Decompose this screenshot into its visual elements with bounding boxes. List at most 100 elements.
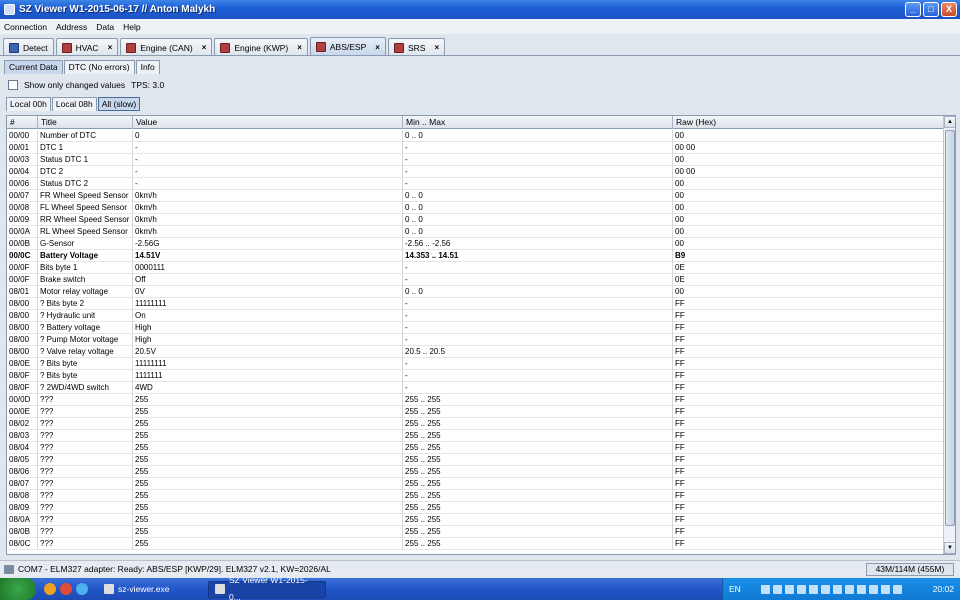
tray-icon[interactable] <box>784 584 794 594</box>
table-row[interactable]: 08/00? Bits byte 2 11111111- FF <box>7 298 943 310</box>
table-cell: 0 .. 0 <box>403 190 673 202</box>
quicklaunch-icon[interactable] <box>60 583 72 595</box>
table-cell: 255 .. 255 <box>403 490 673 502</box>
table-row[interactable]: 08/06??? 255 255 .. 255 FF <box>7 466 943 478</box>
table-row[interactable]: 08/00? Battery voltage High - FF <box>7 322 943 334</box>
tray-icon[interactable] <box>892 584 902 594</box>
language-indicator[interactable]: EN <box>729 584 741 594</box>
vertical-scrollbar[interactable]: ▲ ▼ <box>943 116 955 554</box>
table-cell: 0 .. 0 <box>403 226 673 238</box>
tray-icon[interactable] <box>832 584 842 594</box>
tray-icon[interactable] <box>868 584 878 594</box>
scroll-down-button[interactable]: ▼ <box>944 542 955 554</box>
table-row[interactable]: 08/0C??? 255 255 .. 255 FF <box>7 538 943 550</box>
table-row[interactable]: 00/0C Battery Voltage 14.51V 14.353 .. 14.5… <box>7 250 943 262</box>
table-cell: 08/02 <box>7 418 38 430</box>
table-row[interactable]: 08/05??? 255 255 .. 255 FF <box>7 454 943 466</box>
tab-current-data[interactable]: Current Data <box>4 60 63 74</box>
menu-connection[interactable]: Connection <box>4 22 47 32</box>
tab-abs-esp[interactable]: ABS/ESP × <box>309 37 386 56</box>
table-cell: 00/0F <box>7 262 38 274</box>
column-header[interactable]: Title <box>38 116 133 129</box>
column-header[interactable]: Raw (Hex) <box>673 116 943 129</box>
tray-icon[interactable] <box>820 584 830 594</box>
memory-indicator[interactable]: 43M/114M (455M) <box>866 563 954 576</box>
tab-hvac[interactable]: HVAC × <box>55 38 119 56</box>
tab-local-00h[interactable]: Local 00h <box>6 97 51 111</box>
table-row[interactable]: 00/0E??? 255 255 .. 255 FF <box>7 406 943 418</box>
table-row[interactable]: 08/04??? 255 255 .. 255 FF <box>7 442 943 454</box>
table-row[interactable]: 08/07??? 255 255 .. 255 FF <box>7 478 943 490</box>
table-row[interactable]: 00/0A RL Wheel Speed Sensor 0km/h 0 .. 0 00 <box>7 226 943 238</box>
tray-icon[interactable] <box>856 584 866 594</box>
table-row[interactable]: 00/0F Brake switch Off -0E <box>7 274 943 286</box>
tray-icon[interactable] <box>796 584 806 594</box>
table-row[interactable]: 08/08??? 255 255 .. 255 FF <box>7 490 943 502</box>
menu-address[interactable]: Address <box>56 22 87 32</box>
table-cell: 08/00 <box>7 346 38 358</box>
table-row[interactable]: 00/03 Status DTC 1- -00 <box>7 154 943 166</box>
table-row[interactable]: 08/0F? Bits byte 1111111- FF <box>7 370 943 382</box>
tab-engine-can[interactable]: Engine (CAN) × <box>120 38 213 56</box>
start-icon[interactable] <box>0 578 36 600</box>
table-row[interactable]: 00/0D??? 255 255 .. 255 FF <box>7 394 943 406</box>
taskbar-item-active[interactable]: SZ Viewer W1-2015-0... <box>208 575 326 600</box>
close-button[interactable]: X <box>941 2 957 17</box>
close-icon[interactable]: × <box>434 43 439 52</box>
tab-dtc[interactable]: DTC (No errors) <box>63 60 135 74</box>
clock[interactable]: 20:02 <box>933 584 954 594</box>
table-cell: ??? <box>38 538 133 550</box>
tab-srs[interactable]: SRS × <box>387 38 446 56</box>
app-icon <box>215 584 225 594</box>
scroll-up-button[interactable]: ▲ <box>944 116 955 128</box>
close-icon[interactable]: × <box>108 43 113 52</box>
tray-icon[interactable] <box>880 584 890 594</box>
table-row[interactable]: 08/09??? 255 255 .. 255 FF <box>7 502 943 514</box>
tray-icon[interactable] <box>808 584 818 594</box>
table-cell: 0000111 <box>133 262 403 274</box>
table-row[interactable]: 00/08 FL Wheel Speed Sensor 0km/h 0 .. 0 00 <box>7 202 943 214</box>
table-row[interactable]: 00/01 DTC 1- -00 00 <box>7 142 943 154</box>
taskbar-item[interactable]: sz-viewer.exe <box>98 581 202 598</box>
scroll-thumb[interactable] <box>945 130 955 526</box>
menu-help[interactable]: Help <box>123 22 140 32</box>
tab-engine-kwp[interactable]: Engine (KWP) × <box>214 38 308 56</box>
table-row[interactable]: 08/03??? 255 255 .. 255 FF <box>7 430 943 442</box>
close-icon[interactable]: × <box>202 43 207 52</box>
table-row[interactable]: 00/0B G-Sensor -2.56G -2.56 .. -2.56 00 <box>7 238 943 250</box>
tray-icon[interactable] <box>844 584 854 594</box>
column-header[interactable]: Value <box>133 116 403 129</box>
table-row[interactable]: 08/0B??? 255 255 .. 255 FF <box>7 526 943 538</box>
close-icon[interactable]: × <box>375 43 380 52</box>
table-row[interactable]: 00/07 FR Wheel Speed Sensor 0km/h 0 .. 0 00 <box>7 190 943 202</box>
quicklaunch-icon[interactable] <box>76 583 88 595</box>
table-row[interactable]: 08/0F? 2WD/4WD switch 4WD - FF <box>7 382 943 394</box>
maximize-button[interactable]: □ <box>923 2 939 17</box>
table-row[interactable]: 00/09 RR Wheel Speed Sensor 0km/h 0 .. 0 00 <box>7 214 943 226</box>
table-row[interactable]: 00/04 DTC 2- -00 00 <box>7 166 943 178</box>
table-row[interactable]: 08/00? Hydraulic unit On - FF <box>7 310 943 322</box>
tab-all-slow[interactable]: All (slow) <box>97 97 141 111</box>
table-row[interactable]: 00/00 Number of DTC 0 0 .. 0 00 <box>7 130 943 142</box>
tray-icon[interactable] <box>772 584 782 594</box>
show-changed-checkbox[interactable] <box>8 80 18 90</box>
table-row[interactable]: 00/0F Bits byte 1 0000111-0E <box>7 262 943 274</box>
table-row[interactable]: 08/02??? 255 255 .. 255 FF <box>7 418 943 430</box>
table-row[interactable]: 08/00? Pump Motor voltage High - FF <box>7 334 943 346</box>
tab-local-08h[interactable]: Local 08h <box>51 97 97 111</box>
minimize-button[interactable]: _ <box>905 2 921 17</box>
menu-data[interactable]: Data <box>96 22 114 32</box>
table-row[interactable]: 08/0A??? 255 255 .. 255 FF <box>7 514 943 526</box>
table-row[interactable]: 00/06 Status DTC 2- -00 <box>7 178 943 190</box>
quicklaunch-icon[interactable] <box>44 583 56 595</box>
page-tabs: Local 00h Local 08h All (slow) <box>6 97 141 111</box>
tray-icon[interactable] <box>760 584 770 594</box>
table-row[interactable]: 08/01 Motor relay voltage 0V 0 .. 0 00 <box>7 286 943 298</box>
column-header[interactable]: Min .. Max <box>403 116 673 129</box>
tab-detect[interactable]: Detect <box>3 38 54 56</box>
close-icon[interactable]: × <box>297 43 302 52</box>
table-row[interactable]: 08/00? Valve relay voltage 20.5V 20.5 .. 2… <box>7 346 943 358</box>
column-header[interactable]: # <box>7 116 38 129</box>
table-row[interactable]: 08/0E? Bits byte 11111111- FF <box>7 358 943 370</box>
tab-info[interactable]: Info <box>135 60 160 74</box>
